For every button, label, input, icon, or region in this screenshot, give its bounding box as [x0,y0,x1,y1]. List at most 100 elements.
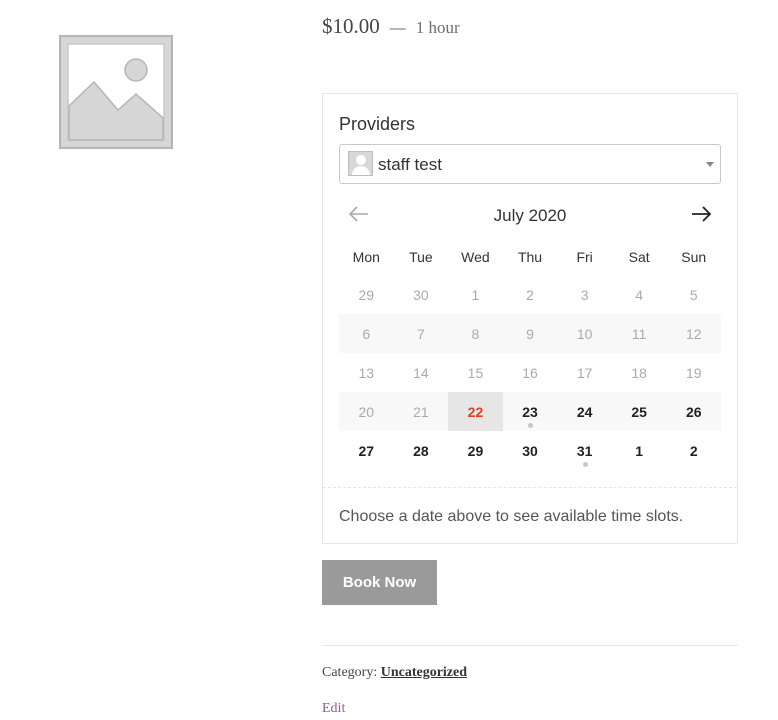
calendar-day[interactable]: 27 [339,431,394,470]
calendar-day: 8 [448,314,503,353]
calendar-day-number: 6 [362,325,371,342]
price-row: $10.00 — 1 hour [322,14,460,39]
image-placeholder-icon [59,35,173,149]
calendar-day-number: 5 [689,286,698,303]
calendar-day-number: 30 [522,442,538,459]
calendar-day-number: 21 [413,403,429,420]
weekday-label: Tue [409,248,433,265]
calendar-day: 4 [612,275,667,314]
calendar-day-number: 9 [526,325,534,342]
calendar-day: 11 [612,314,667,353]
calendar-day-number: 11 [631,325,647,342]
calendar-day-number: 29 [358,286,375,303]
calendar-day: 1 [448,275,503,314]
calendar-day-number: 16 [522,364,538,381]
calendar-day: 20 [339,392,394,431]
calendar-day-number: 14 [413,364,429,381]
calendar-day: 14 [394,353,449,392]
calendar-day-number: 25 [631,403,647,420]
calendar-week-row: 27 28 29 30 31 1 2 [339,431,721,470]
calendar-day-number: 26 [685,403,702,420]
calendar-day-number: 3 [580,286,589,303]
calendar-week-row: 29 30 1 2 3 4 5 [339,275,721,314]
calendar-days: 29 30 1 2 3 4 5 6 7 8 9 10 11 12 13 14 15 16 17 18 19 20 21 22 2… [339,275,721,470]
weekday-label: Sat [628,248,650,265]
calendar-day[interactable]: 28 [394,431,449,470]
provider-selected-value: staff test [378,155,442,174]
calendar-day: 19 [666,353,721,392]
calendar-day: 9 [503,314,558,353]
calendar-day-number: 1 [471,286,480,303]
calendar-day: 15 [448,353,503,392]
calendar-day: 12 [666,314,721,353]
edit-link[interactable]: Edit [322,701,345,717]
calendar-day[interactable]: 30 [503,431,558,470]
calendar-day[interactable]: 26 [666,392,721,431]
calendar-day: 3 [557,275,612,314]
calendar-day[interactable]: 29 [448,431,503,470]
calendar-day-number: 27 [358,442,375,459]
calendar-day: 6 [339,314,394,353]
calendar-day-number: 20 [358,403,375,420]
calendar-day: 16 [503,353,558,392]
calendar-day: 18 [612,353,667,392]
weekday-label: Thu [517,248,543,265]
weekday-label: Wed [461,248,490,265]
calendar-day-number: 19 [685,364,702,381]
calendar-day[interactable]: 31 [557,431,612,470]
calendar-week-row: 20 21 22 23 24 25 26 [339,392,721,431]
product-price: $10.00 [322,14,380,38]
calendar-day-number: 28 [413,442,429,459]
calendar-day-number: 30 [413,286,429,303]
calendar-day[interactable]: 23 [503,392,558,431]
weekday-label: Sun [681,248,707,265]
calendar-day: 29 [339,275,394,314]
calendar-day-number: 29 [467,442,484,459]
calendar-weekday-header: Mon Tue Wed Thu Fri Sat Sun [339,238,721,275]
calendar-day: 30 [394,275,449,314]
calendar-day: 2 [503,275,558,314]
arrow-right-icon[interactable] [689,204,713,224]
calendar-day[interactable]: 25 [612,392,667,431]
calendar-week-row: 6 7 8 9 10 11 12 [339,314,721,353]
booking-form: Providers staff test July 2020 Mon Tue W… [322,93,738,544]
calendar-day-number: 7 [416,325,425,342]
calendar-day: 21 [394,392,449,431]
calendar-day-number: 1 [635,442,644,459]
calendar-day-number: 2 [526,286,534,303]
weekday-label: Fri [576,248,593,265]
product-meta: Category: Uncategorized [322,665,467,681]
category-label: Category: [322,665,378,680]
calendar-day: 7 [394,314,449,353]
calendar-day[interactable]: 2 [666,431,721,470]
calendar-day-number: 24 [576,403,593,420]
calendar-day[interactable]: 22 [448,392,503,431]
availability-dot [582,462,588,467]
calendar-day: 10 [557,314,612,353]
calendar-day: 17 [557,353,612,392]
provider-avatar [348,151,373,176]
calendar-day-number: 8 [471,325,480,342]
providers-label: Providers [339,114,416,134]
calendar-day[interactable]: 24 [557,392,612,431]
calendar-day-number: 18 [631,364,647,381]
calendar-day-number: 2 [689,442,698,459]
category-link[interactable]: Uncategorized [381,665,467,680]
price-duration-separator: — [389,20,406,37]
chevron-down-icon [706,162,714,167]
calendar-month-title: July 2020 [493,206,567,225]
calendar-day-number: 31 [576,442,593,459]
provider-select[interactable]: staff test [339,144,721,184]
weekday-label: Mon [352,248,380,265]
calendar-day: 13 [339,353,394,392]
calendar-day-number: 4 [635,286,644,303]
book-now-button[interactable]: Book Now [322,560,437,605]
calendar-day-number: 10 [576,325,593,342]
calendar-day-number: 15 [467,364,484,381]
calendar-day-number: 12 [685,325,702,342]
booking-calendar: Mon Tue Wed Thu Fri Sat Sun 29 30 1 2 3 4 5 6 7 8… [339,238,721,470]
calendar-day[interactable]: 1 [612,431,667,470]
calendar-day-number: 17 [576,364,593,381]
calendar-day-number: 23 [522,403,538,420]
calendar-day: 5 [666,275,721,314]
